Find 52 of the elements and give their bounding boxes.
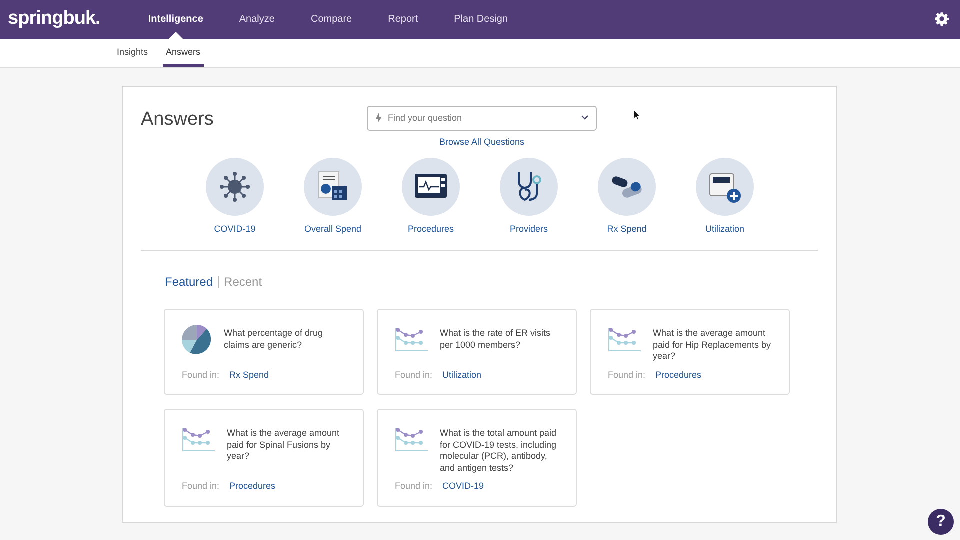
chevron-down-icon	[581, 115, 589, 120]
found-in-link[interactable]: Procedures	[230, 480, 276, 494]
nav-tab[interactable]: Analyze	[221, 0, 293, 39]
found-in-link[interactable]: Procedures	[656, 368, 702, 382]
nav-tab[interactable]: Plan Design	[436, 0, 526, 39]
category-link[interactable]: Utilization	[705, 222, 744, 236]
line-chart-icon	[608, 328, 641, 352]
question-card[interactable]: What is the total amount paid for COVID-19 tests, including molecular (PCR), antibody, and antigen tests? Found in: COVID-19	[377, 409, 577, 506]
found-in-label: Found in:	[395, 480, 433, 493]
nav-tab[interactable]: Report	[370, 0, 436, 39]
browse-link[interactable]: Browse All Questions	[439, 136, 525, 150]
found-in-link[interactable]: Utilization	[442, 368, 482, 382]
question-card[interactable]: What percentage of drug claims are generic? Found in: Rx Spend	[164, 309, 364, 395]
pie-chart-icon	[182, 325, 212, 355]
question-text: What percentage of drug claims are generic?	[224, 328, 324, 351]
lightning-icon	[376, 113, 382, 123]
found-in-link[interactable]: COVID-19	[442, 480, 484, 494]
question-text: What is the total amount paid for COVID-19 tests, including molecular (PCR), antibody, and antigen tests?	[440, 428, 558, 474]
found-in-label: Found in:	[395, 368, 433, 382]
question-card[interactable]: What is the average amount paid for Spinal Fusions by year? Found in: Procedures	[164, 409, 364, 506]
question-text: What is the average amount paid for Spinal Fusions by year?	[227, 428, 341, 462]
category-link[interactable]: Overall Spend	[304, 222, 362, 236]
brand-logo[interactable]: springbuk.	[8, 5, 100, 34]
virus-category-icon[interactable]	[206, 158, 264, 216]
question-tab[interactable]: Featured	[165, 273, 214, 291]
nav-tab[interactable]: Compare	[292, 0, 370, 39]
question-text: What is the average amount paid for Hip Replacements by year?	[653, 328, 772, 362]
found-in-label: Found in:	[608, 368, 646, 382]
question-text: What is the rate of ER visits per 1000 members?	[440, 328, 552, 351]
category-link[interactable]: Rx Spend	[607, 222, 647, 236]
search-field[interactable]: Find your question	[367, 106, 597, 130]
monitor-category-icon[interactable]	[402, 158, 460, 216]
found-in-label: Found in:	[182, 480, 220, 493]
subnav-tab[interactable]: Insights	[114, 39, 152, 67]
category-link[interactable]: Providers	[510, 222, 548, 236]
stethoscope-category-icon[interactable]	[500, 158, 558, 216]
question-card[interactable]: What is the average amount paid for Hip Replacements by year? Found in: Procedures	[590, 309, 790, 395]
subnav-tab[interactable]: Answers	[163, 39, 204, 67]
line-chart-icon	[395, 428, 428, 452]
category-link[interactable]: Procedures	[408, 222, 454, 236]
question-card[interactable]: What is the rate of ER visits per 1000 members? Found in: Utilization	[377, 309, 577, 395]
pills-category-icon[interactable]	[598, 158, 656, 216]
settings-icon[interactable]	[935, 12, 949, 26]
line-chart-icon	[395, 328, 428, 352]
found-in-label: Found in:	[182, 368, 220, 382]
category-link[interactable]: COVID-19	[214, 222, 256, 236]
help-button[interactable]: ?	[928, 509, 954, 535]
cursor-icon	[633, 109, 641, 121]
line-chart-icon	[182, 428, 215, 452]
found-in-link[interactable]: Rx Spend	[230, 368, 270, 382]
spend-category-icon[interactable]	[304, 158, 362, 216]
page-title: Answers	[141, 108, 215, 132]
